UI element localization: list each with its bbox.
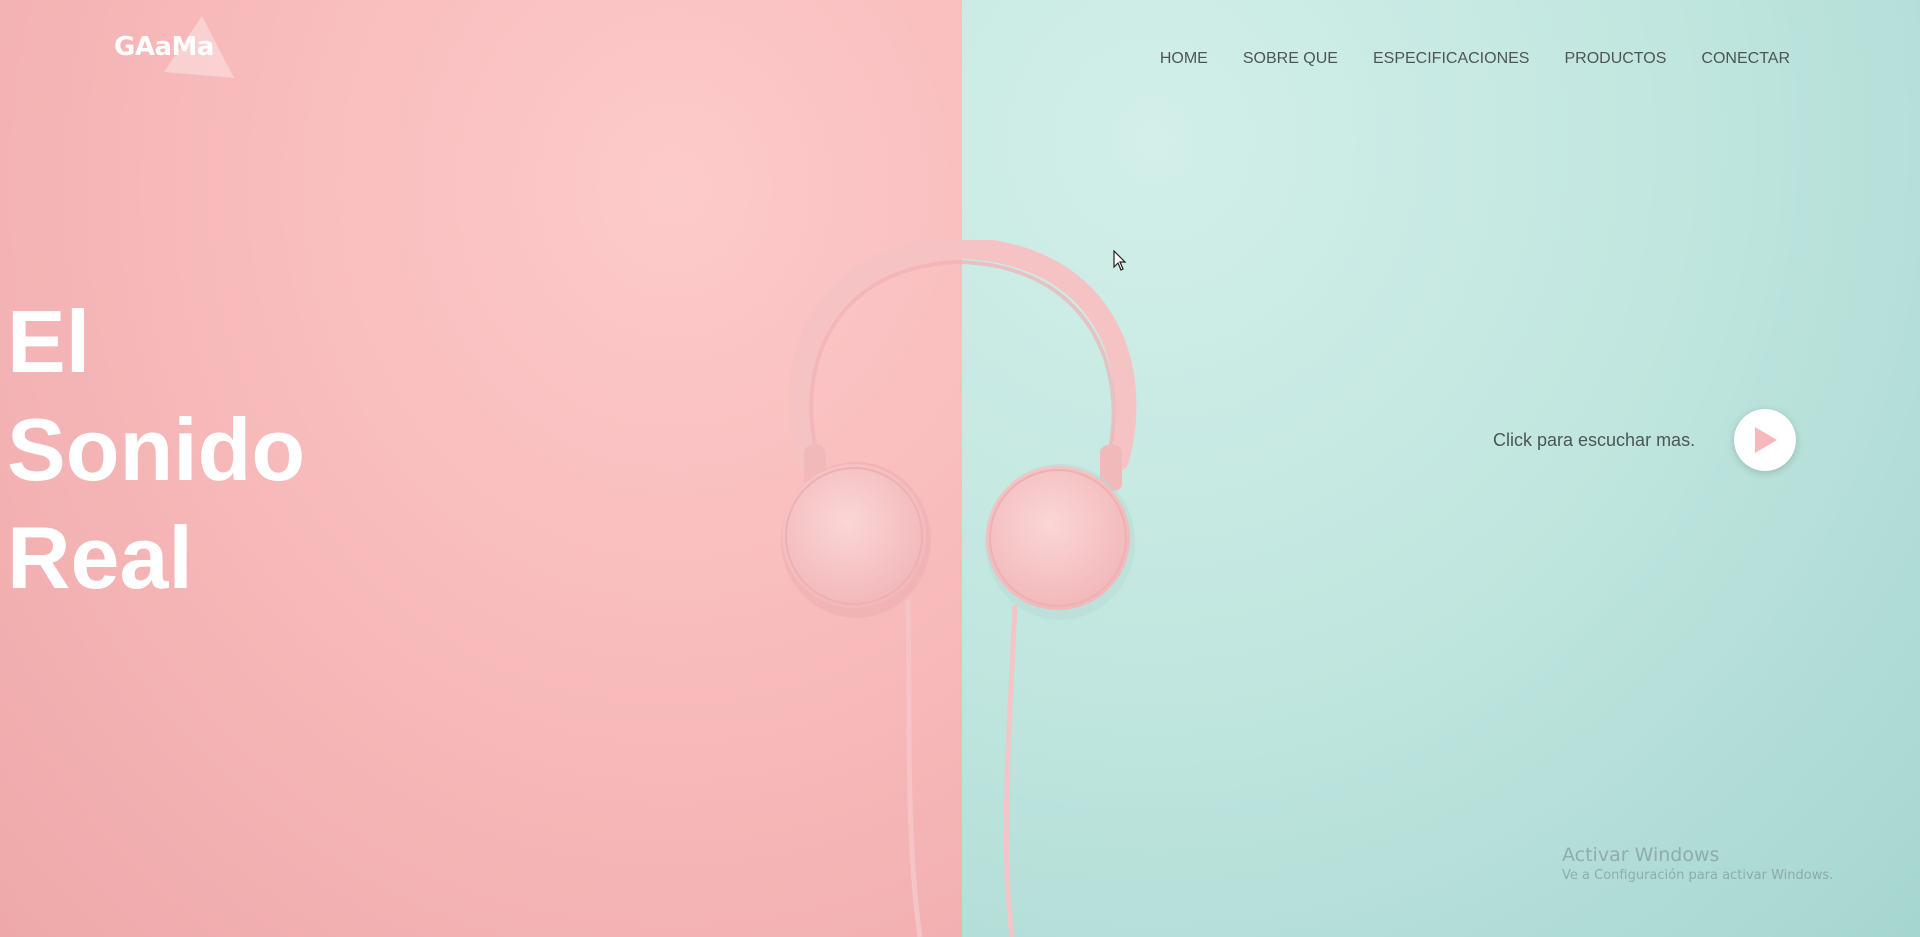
hero-line-1: El [7, 292, 91, 391]
logo-text: GAaMa [114, 32, 214, 62]
nav-item-especificaciones[interactable]: ESPECIFICACIONES [1373, 50, 1529, 68]
play-label: Click para escuchar mas. [1493, 430, 1696, 450]
landing-page: GAaMa HOME SOBRE QUE ESPECIFICACIONES PR… [0, 0, 1920, 937]
headphones-image [781, 240, 1137, 937]
windows-activation-watermark: Activar Windows Ve a Configuración para … [1562, 843, 1833, 885]
nav-item-sobre-que[interactable]: SOBRE QUE [1243, 50, 1338, 68]
nav-item-conectar[interactable]: CONECTAR [1701, 50, 1790, 68]
nav-item-home[interactable]: HOME [1160, 50, 1208, 68]
mouse-cursor-icon [1113, 250, 1127, 271]
hero-line-3: Real [7, 508, 193, 607]
hero-title: El Sonido Real [7, 288, 305, 612]
watermark-title: Activar Windows [1562, 844, 1720, 866]
hero-line-2: Sonido [7, 400, 306, 499]
site-logo[interactable]: GAaMa [114, 16, 244, 80]
play-icon [1755, 427, 1777, 453]
nav-item-productos[interactable]: PRODUCTOS [1564, 50, 1666, 68]
play-button[interactable] [1734, 409, 1796, 471]
watermark-subtitle: Ve a Configuración para activar Windows. [1562, 868, 1834, 883]
main-nav: HOME SOBRE QUE ESPECIFICACIONES PRODUCTO… [1125, 50, 1790, 68]
